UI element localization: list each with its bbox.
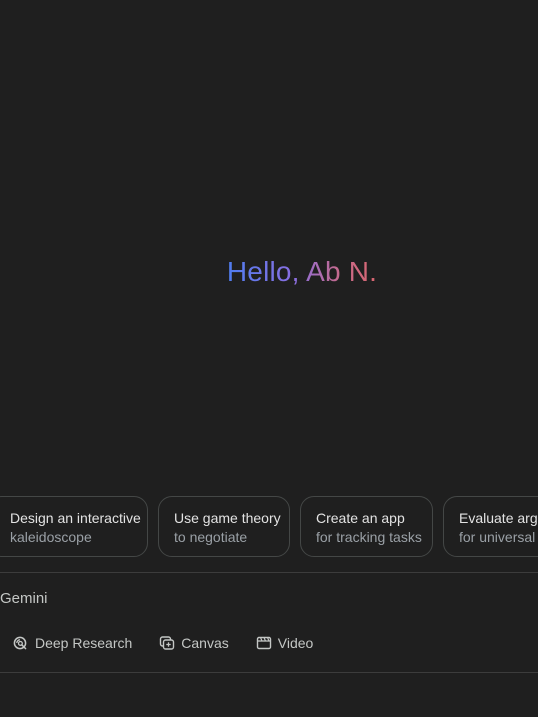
suggestion-title: Use game theory — [174, 510, 281, 526]
suggestion-chip[interactable]: Create an app for tracking tasks — [300, 496, 433, 557]
deep-research-button[interactable]: Deep Research — [12, 634, 132, 652]
suggestion-chips: Design an interactive kaleidoscope Use g… — [0, 496, 538, 557]
divider — [0, 572, 538, 573]
deep-research-icon — [12, 634, 30, 652]
suggestion-title: Evaluate argu — [459, 510, 538, 526]
prompt-placeholder: Gemini — [0, 590, 48, 607]
canvas-label: Canvas — [181, 635, 229, 651]
video-label: Video — [277, 635, 314, 651]
suggestion-chip[interactable]: Design an interactive kaleidoscope — [0, 496, 148, 557]
greeting-heading: Hello, Ab N. — [0, 256, 538, 288]
tool-bar: Deep Research Canvas Video — [12, 634, 313, 652]
suggestion-subtitle: kaleidoscope — [10, 529, 92, 545]
suggestion-title: Create an app — [316, 510, 405, 526]
canvas-button[interactable]: Canvas — [158, 634, 229, 652]
canvas-icon — [158, 634, 176, 652]
suggestion-chip[interactable]: Evaluate argu for universal h — [443, 496, 538, 557]
suggestion-subtitle: for universal h — [459, 529, 538, 545]
prompt-input[interactable]: Gemini — [0, 590, 48, 607]
suggestion-title: Design an interactive — [10, 510, 141, 526]
video-button[interactable]: Video — [255, 634, 314, 652]
suggestion-chip[interactable]: Use game theory to negotiate — [158, 496, 290, 557]
gemini-home: Hello, Ab N. Design an interactive kalei… — [0, 0, 538, 717]
divider — [0, 672, 538, 673]
video-icon — [255, 634, 273, 652]
suggestion-subtitle: to negotiate — [174, 529, 248, 545]
suggestion-subtitle: for tracking tasks — [316, 529, 422, 545]
greeting-text: Hello, Ab N. — [226, 256, 378, 287]
deep-research-label: Deep Research — [35, 635, 133, 651]
